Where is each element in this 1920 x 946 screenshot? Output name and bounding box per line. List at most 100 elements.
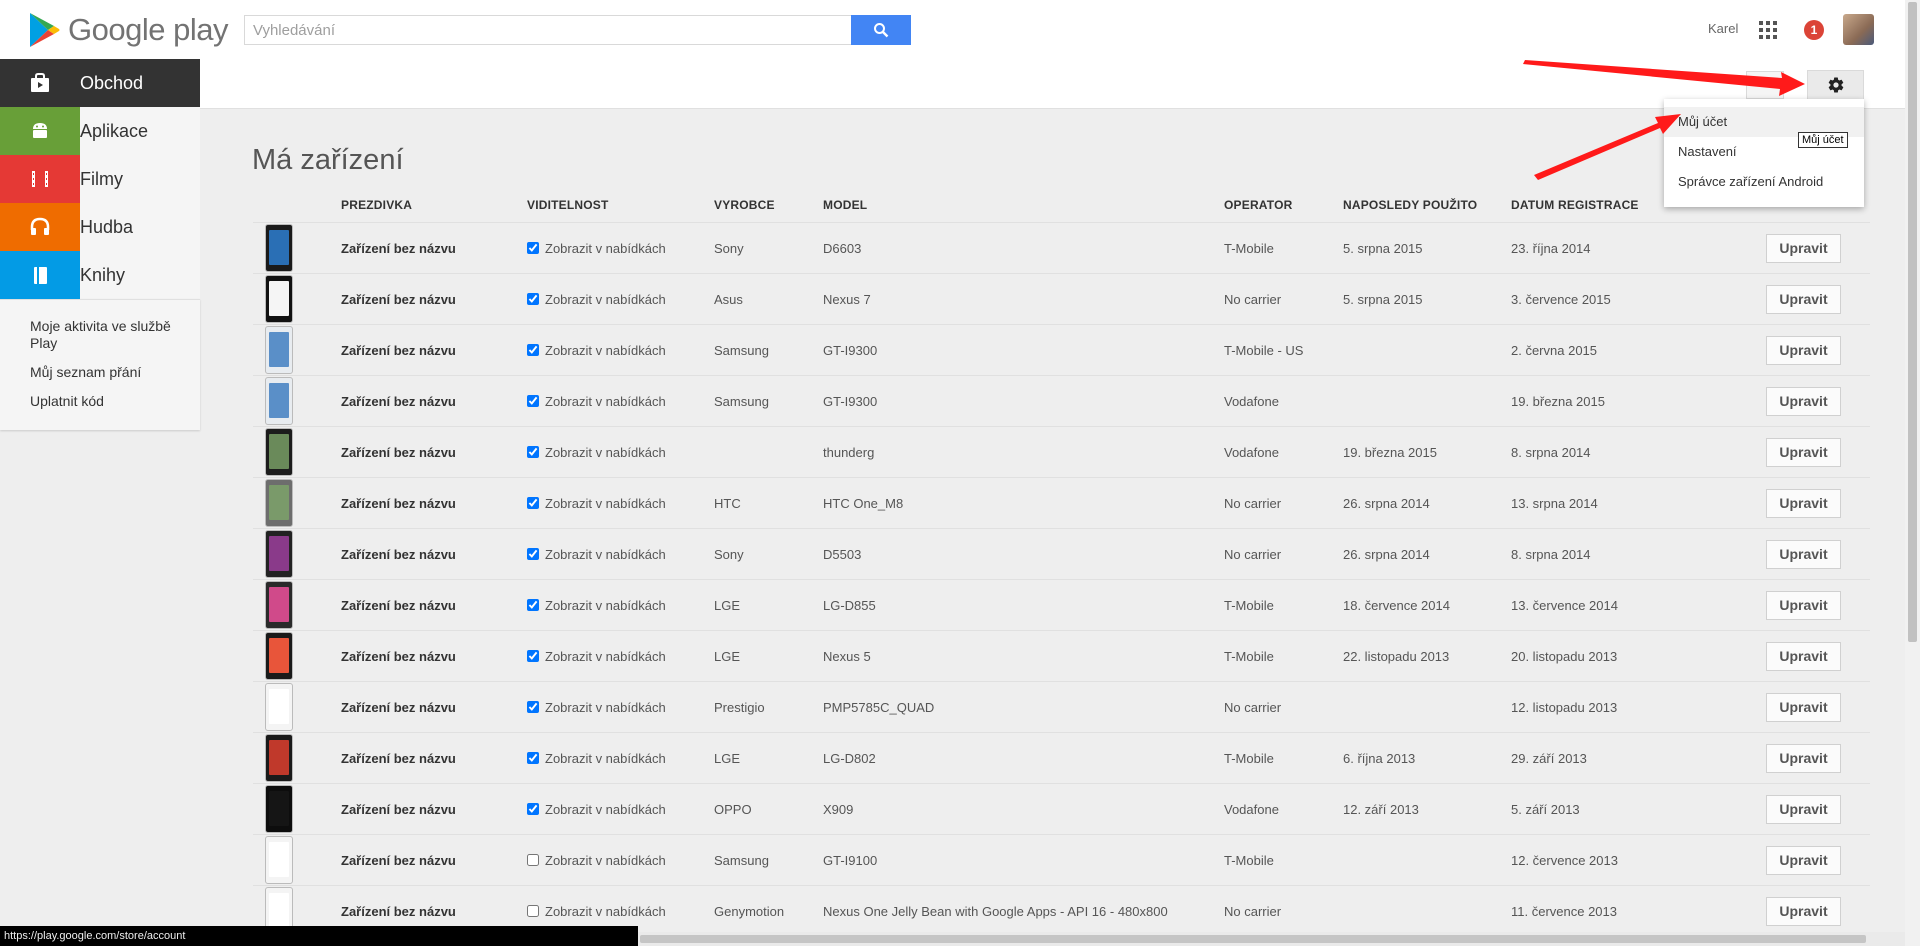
action-cell: Upravit <box>1766 324 1870 376</box>
edit-button[interactable]: Upravit <box>1766 539 1841 569</box>
sidebar-links: Moje aktivita ve službě Play Můj seznam … <box>0 299 200 430</box>
visibility-toggle[interactable]: Zobrazit v nabídkách <box>527 700 714 715</box>
col-header-image <box>253 188 341 223</box>
visibility-checkbox[interactable] <box>527 446 539 458</box>
visibility-checkbox[interactable] <box>527 344 539 356</box>
edit-button[interactable]: Upravit <box>1766 896 1841 926</box>
visibility-checkbox[interactable] <box>527 905 539 917</box>
visibility-toggle[interactable]: Zobrazit v nabídkách <box>527 853 714 868</box>
edit-button[interactable]: Upravit <box>1766 488 1841 518</box>
device-model: GT-I9300 <box>823 324 1224 376</box>
table-row: Zařízení bez názvu Zobrazit v nabídkách … <box>253 783 1870 835</box>
device-registered: 13. srpna 2014 <box>1511 477 1766 529</box>
nav-apps[interactable]: Aplikace <box>0 107 200 155</box>
apps-grid-icon[interactable] <box>1759 21 1777 39</box>
col-header-maker[interactable]: VYROBCE <box>714 188 823 223</box>
visibility-checkbox[interactable] <box>527 497 539 509</box>
shopping-bag-icon <box>0 59 80 107</box>
device-image <box>265 224 293 272</box>
gift-button[interactable] <box>1746 71 1784 99</box>
visibility-checkbox[interactable] <box>527 599 539 611</box>
visibility-toggle[interactable]: Zobrazit v nabídkách <box>527 751 714 766</box>
avatar[interactable] <box>1843 14 1874 45</box>
visibility-toggle[interactable]: Zobrazit v nabídkách <box>527 904 714 919</box>
visibility-label: Zobrazit v nabídkách <box>545 699 666 715</box>
col-header-model[interactable]: MODEL <box>823 188 1224 223</box>
visibility-checkbox[interactable] <box>527 803 539 815</box>
edit-button[interactable]: Upravit <box>1766 692 1841 722</box>
col-header-visibility[interactable]: VIDITELNOST <box>527 188 714 223</box>
visibility-checkbox[interactable] <box>527 548 539 560</box>
device-image <box>265 530 293 578</box>
device-image <box>265 326 293 374</box>
edit-button[interactable]: Upravit <box>1766 233 1841 263</box>
edit-button[interactable]: Upravit <box>1766 284 1841 314</box>
search-input[interactable] <box>244 15 851 45</box>
visibility-checkbox[interactable] <box>527 242 539 254</box>
edit-button[interactable]: Upravit <box>1766 386 1841 416</box>
vertical-scrollbar[interactable] <box>1905 0 1920 946</box>
visibility-toggle[interactable]: Zobrazit v nabídkách <box>527 802 714 817</box>
nav-label: Hudba <box>80 216 134 237</box>
visibility-checkbox[interactable] <box>527 395 539 407</box>
visibility-toggle[interactable]: Zobrazit v nabídkách <box>527 445 714 460</box>
col-header-operator[interactable]: OPERATOR <box>1224 188 1343 223</box>
device-operator: Vodafone <box>1224 375 1343 427</box>
sidebar-link-redeem[interactable]: Uplatnit kód <box>30 393 200 410</box>
nav-store[interactable]: Obchod <box>0 59 200 107</box>
edit-button[interactable]: Upravit <box>1766 641 1841 671</box>
visibility-checkbox[interactable] <box>527 650 539 662</box>
menu-item-device-manager[interactable]: Správce zařízení Android <box>1664 167 1864 197</box>
visibility-toggle[interactable]: Zobrazit v nabídkách <box>527 598 714 613</box>
visibility-checkbox[interactable] <box>527 701 539 713</box>
visibility-toggle[interactable]: Zobrazit v nabídkách <box>527 649 714 664</box>
sidebar-link-wishlist[interactable]: Můj seznam přání <box>30 364 200 381</box>
notification-badge[interactable]: 1 <box>1804 20 1824 40</box>
table-row: Zařízení bez názvu Zobrazit v nabídkách … <box>253 324 1870 376</box>
visibility-label: Zobrazit v nabídkách <box>545 393 666 409</box>
visibility-toggle[interactable]: Zobrazit v nabídkách <box>527 394 714 409</box>
edit-button[interactable]: Upravit <box>1766 845 1841 875</box>
sidebar-link-activity[interactable]: Moje aktivita ve službě Play <box>30 318 200 352</box>
visibility-checkbox[interactable] <box>527 293 539 305</box>
visibility-toggle[interactable]: Zobrazit v nabídkách <box>527 292 714 307</box>
visibility-toggle[interactable]: Zobrazit v nabídkách <box>527 496 714 511</box>
device-last-used: 18. července 2014 <box>1343 579 1511 631</box>
device-last-used <box>1343 324 1511 376</box>
nav-books[interactable]: Knihy <box>0 251 200 299</box>
edit-button[interactable]: Upravit <box>1766 437 1841 467</box>
device-maker: HTC <box>714 477 823 529</box>
device-operator: No carrier <box>1224 477 1343 529</box>
visibility-toggle[interactable]: Zobrazit v nabídkách <box>527 241 714 256</box>
edit-button[interactable]: Upravit <box>1766 794 1841 824</box>
device-last-used: 26. srpna 2014 <box>1343 477 1511 529</box>
nav-movies[interactable]: Filmy <box>0 155 200 203</box>
device-image <box>265 377 293 425</box>
device-registered: 13. července 2014 <box>1511 579 1766 631</box>
device-operator: No carrier <box>1224 681 1343 733</box>
settings-button[interactable] <box>1807 70 1864 100</box>
visibility-checkbox[interactable] <box>527 854 539 866</box>
nav-music[interactable]: Hudba <box>0 203 200 251</box>
visibility-toggle[interactable]: Zobrazit v nabídkách <box>527 343 714 358</box>
search-button[interactable] <box>851 15 911 45</box>
user-name[interactable]: Karel <box>1708 21 1738 36</box>
horizontal-scrollbar[interactable] <box>638 932 1905 946</box>
device-registered: 12. července 2013 <box>1511 834 1766 886</box>
col-header-last-used[interactable]: NAPOSLEDY POUŽITO <box>1343 188 1511 223</box>
visibility-label: Zobrazit v nabídkách <box>545 495 666 511</box>
edit-button[interactable]: Upravit <box>1766 743 1841 773</box>
google-play-logo[interactable]: Google play <box>28 10 228 50</box>
visibility-checkbox[interactable] <box>527 752 539 764</box>
edit-button[interactable]: Upravit <box>1766 335 1841 365</box>
visibility-toggle[interactable]: Zobrazit v nabídkách <box>527 547 714 562</box>
device-model: LG-D855 <box>823 579 1224 631</box>
device-model: Nexus 5 <box>823 630 1224 682</box>
visibility-cell: Zobrazit v nabídkách <box>527 681 714 733</box>
device-last-used <box>1343 375 1511 427</box>
visibility-label: Zobrazit v nabídkách <box>545 342 666 358</box>
visibility-cell: Zobrazit v nabídkách <box>527 579 714 631</box>
visibility-cell: Zobrazit v nabídkách <box>527 732 714 784</box>
edit-button[interactable]: Upravit <box>1766 590 1841 620</box>
col-header-nickname[interactable]: PREZDIVKA <box>341 188 527 223</box>
